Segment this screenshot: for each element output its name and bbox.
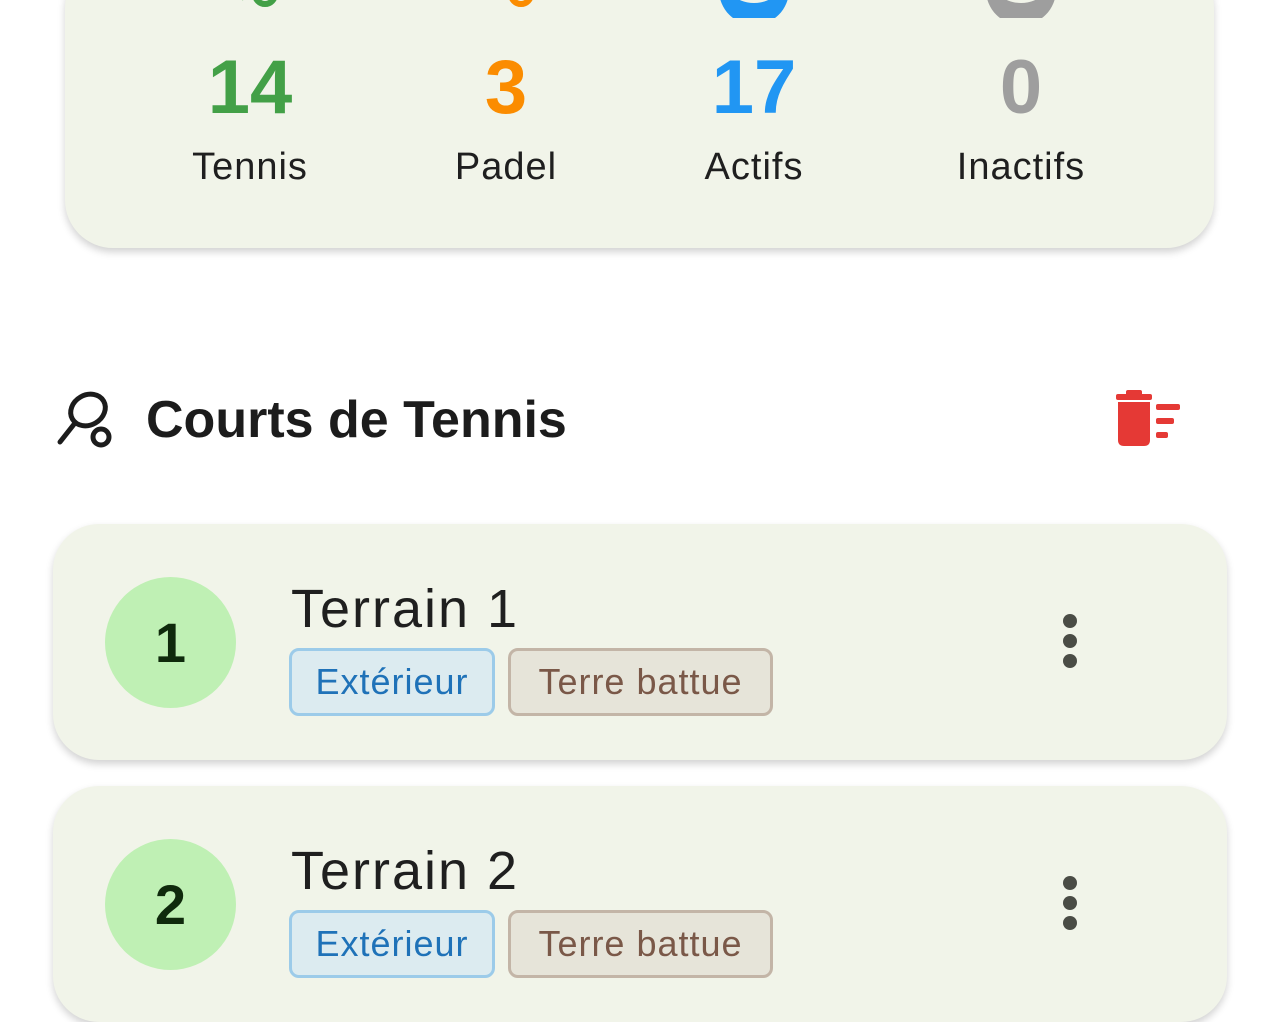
more-options-button[interactable] bbox=[1055, 614, 1085, 670]
more-vert-icon-dot bbox=[1063, 654, 1077, 668]
cancel-circle-icon bbox=[987, 0, 1055, 18]
delete-sweep-icon bbox=[1116, 390, 1180, 446]
more-vert-icon-dot bbox=[1063, 916, 1077, 930]
more-vert-icon-dot bbox=[1063, 634, 1077, 648]
court-card[interactable]: 1 Terrain 1 Extérieur Terre battue bbox=[53, 524, 1227, 760]
check-circle-icon bbox=[720, 0, 788, 18]
more-options-button[interactable] bbox=[1055, 876, 1085, 932]
more-vert-icon-dot bbox=[1063, 896, 1077, 910]
court-name: Terrain 2 bbox=[291, 841, 520, 901]
court-card[interactable]: 2 Terrain 2 Extérieur Terre battue bbox=[53, 786, 1227, 1022]
tennis-icon bbox=[242, 0, 277, 7]
court-number-avatar: 2 bbox=[105, 839, 236, 970]
surface-chip: Terre battue bbox=[508, 648, 773, 716]
stat-inactifs-value: 0 bbox=[999, 45, 1043, 130]
stat-padel-value: 3 bbox=[484, 45, 528, 130]
stat-tennis-label: Tennis bbox=[192, 146, 308, 188]
more-vert-icon bbox=[1063, 614, 1077, 628]
delete-all-button[interactable] bbox=[1112, 390, 1184, 452]
more-vert-icon bbox=[1063, 876, 1077, 890]
section-header: Courts de Tennis bbox=[56, 388, 1196, 452]
section-title: Courts de Tennis bbox=[146, 391, 567, 449]
stat-actifs-label: Actifs bbox=[704, 146, 804, 188]
padel-icon bbox=[509, 0, 533, 7]
stat-actifs-value: 17 bbox=[711, 45, 797, 130]
tennis-racket-icon bbox=[57, 391, 112, 448]
location-chip: Extérieur bbox=[289, 910, 495, 978]
stat-tennis-value: 14 bbox=[207, 45, 293, 130]
court-number-avatar: 1 bbox=[105, 577, 236, 708]
surface-chip: Terre battue bbox=[508, 910, 773, 978]
stats-card: 14 Tennis 3 Padel 17 Actifs 0 Inactifs bbox=[65, 0, 1214, 248]
stat-padel-label: Padel bbox=[454, 146, 558, 188]
location-chip: Extérieur bbox=[289, 648, 495, 716]
stat-inactifs-label: Inactifs bbox=[956, 146, 1086, 188]
court-name: Terrain 1 bbox=[291, 579, 520, 639]
